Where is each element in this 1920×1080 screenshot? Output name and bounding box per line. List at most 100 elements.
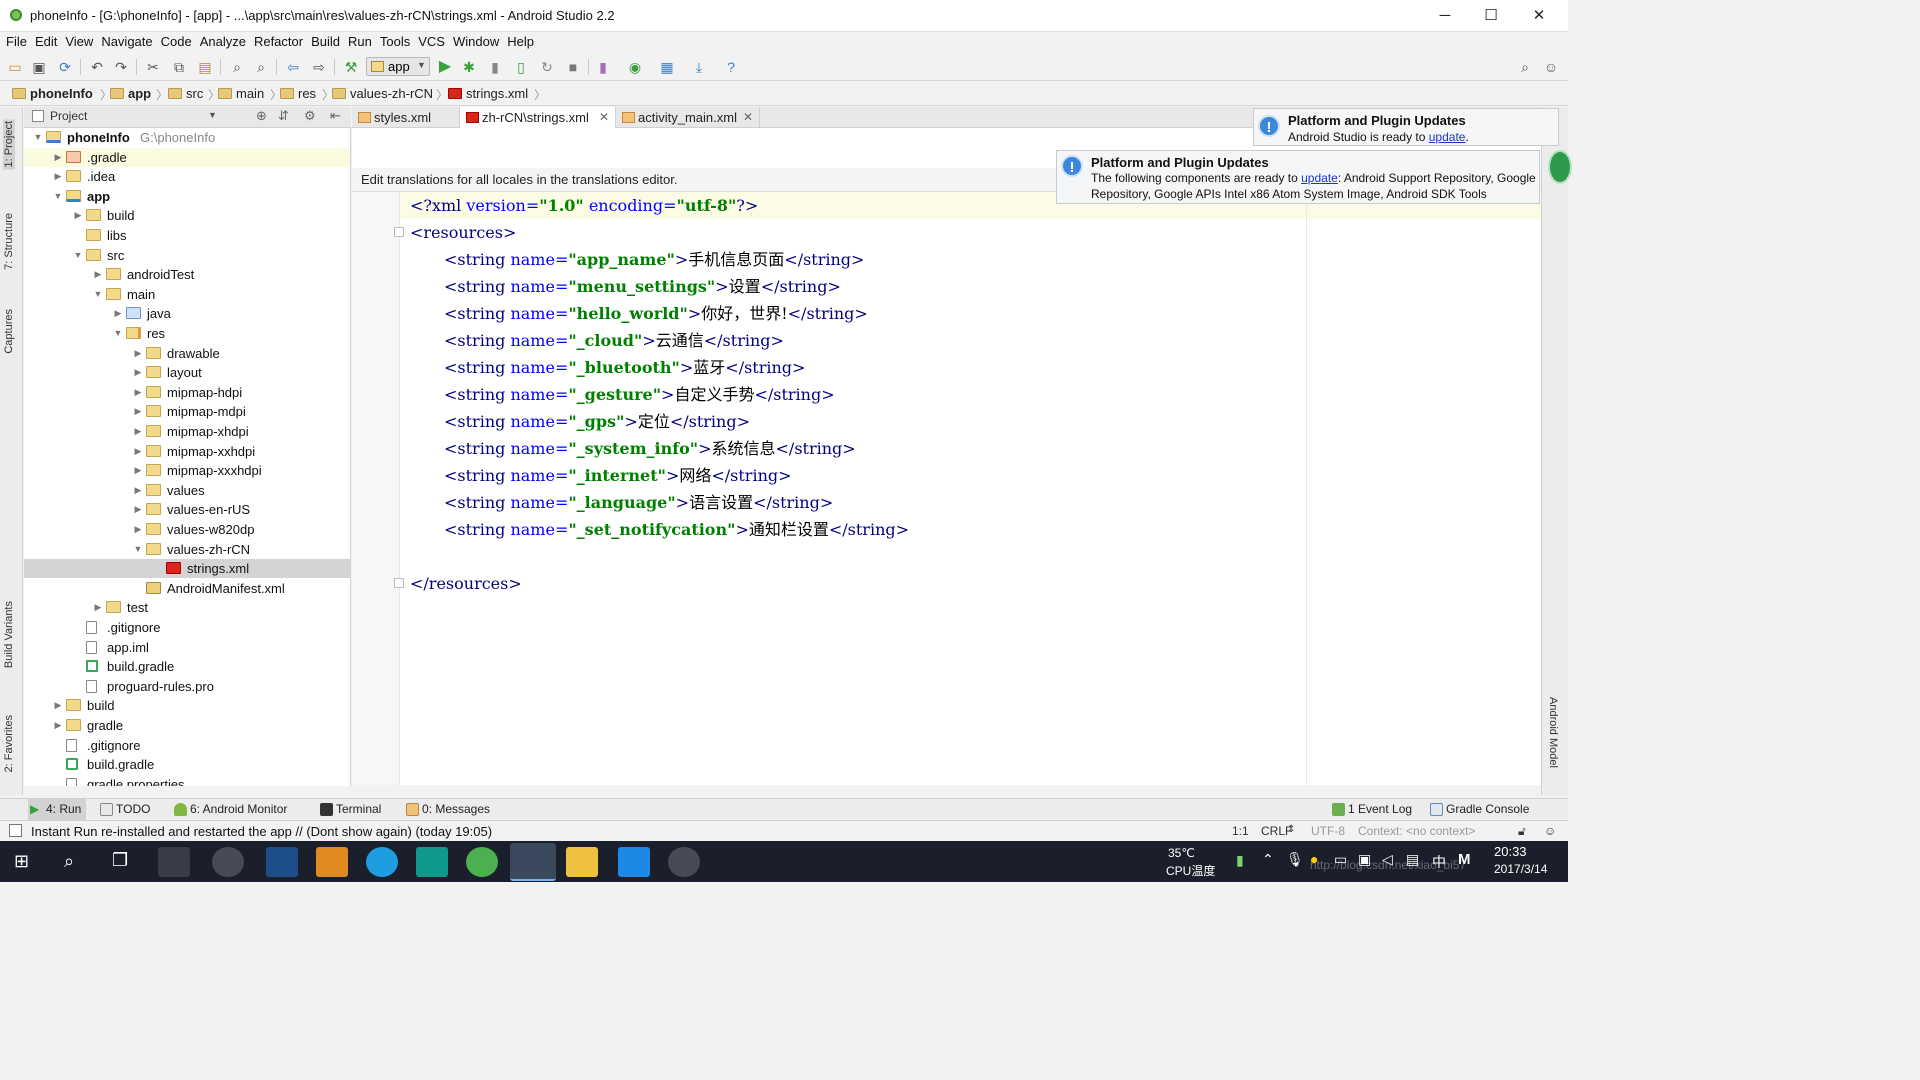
sdk-manager-icon[interactable]: ⤓ — [690, 58, 708, 76]
avd-manager-icon[interactable]: ▮ — [594, 58, 612, 76]
browser-icon[interactable] — [366, 847, 398, 877]
tree-item[interactable]: build.gradle — [24, 755, 350, 774]
toggle-tool-windows-icon[interactable] — [9, 824, 22, 837]
undo-icon[interactable]: ↶ — [88, 58, 106, 76]
tab-strings-xml[interactable]: zh-rCN\strings.xml ✕ — [460, 107, 616, 128]
menu-code[interactable]: Code — [161, 32, 192, 52]
tree-item[interactable]: ▶ drawable — [24, 344, 350, 363]
replace-icon[interactable]: ⌕ — [252, 58, 270, 76]
android-studio-taskbar-icon[interactable] — [510, 843, 556, 881]
gear-icon[interactable]: ⚙ — [304, 108, 316, 124]
collapse-arrow-icon[interactable]: ▶ — [132, 344, 144, 363]
tree-item[interactable]: build.gradle — [24, 657, 350, 676]
collapse-arrow-icon[interactable]: ▶ — [132, 442, 144, 461]
tree-item[interactable]: libs — [24, 226, 350, 245]
user-icon[interactable]: ☺ — [1542, 58, 1560, 76]
tool-tab-gradle-console[interactable]: Gradle Console — [1428, 799, 1529, 820]
app-icon-1[interactable] — [158, 847, 190, 877]
tool-tab-project[interactable]: 1: Project — [3, 119, 15, 170]
collapse-arrow-icon[interactable]: ▶ — [92, 598, 104, 617]
open-folder-icon[interactable]: ▭ — [6, 58, 24, 76]
tree-item[interactable]: ▶ mipmap-hdpi — [24, 383, 350, 402]
notification-update-small[interactable]: ! Platform and Plugin Updates Android St… — [1253, 108, 1559, 146]
locate-icon[interactable]: ⊕ — [256, 108, 267, 124]
fold-marker-icon[interactable] — [394, 227, 404, 237]
tool-tab-favorites[interactable]: 2: Favorites — [3, 715, 15, 772]
stop-icon[interactable]: ■ — [564, 58, 582, 76]
qq-icon[interactable] — [212, 847, 244, 877]
update-link[interactable]: update — [1301, 171, 1338, 185]
project-view-selector[interactable]: Project — [50, 109, 87, 123]
find-icon[interactable]: ⌕ — [228, 58, 246, 76]
clock-date[interactable]: 2017/3/14 — [1494, 862, 1547, 876]
tool-tab-build-variants[interactable]: Build Variants — [3, 601, 15, 668]
collapse-arrow-icon[interactable]: ▶ — [52, 716, 64, 735]
menu-vcs[interactable]: VCS — [418, 32, 445, 52]
tree-item[interactable]: ▶ values-w820dp — [24, 520, 350, 539]
expand-arrow-icon[interactable]: ▼ — [132, 540, 144, 559]
collapse-arrow-icon[interactable]: ▶ — [132, 422, 144, 441]
menu-file[interactable]: File — [6, 32, 27, 52]
collapse-arrow-icon[interactable]: ▶ — [132, 363, 144, 382]
debug-icon[interactable]: ✱ — [460, 58, 478, 76]
tab-styles-xml[interactable]: styles.xml — [352, 107, 460, 128]
tree-item[interactable]: ▶ gradle — [24, 716, 350, 735]
close-tab-icon[interactable]: ✕ — [599, 107, 609, 128]
expand-arrow-icon[interactable]: ▼ — [52, 187, 64, 206]
back-icon[interactable]: ⇦ — [284, 58, 302, 76]
breadcrumb-phoneinfo[interactable]: phoneInfo — [10, 85, 93, 103]
redo-icon[interactable]: ↷ — [112, 58, 130, 76]
collapse-arrow-icon[interactable]: ▶ — [132, 500, 144, 519]
make-project-icon[interactable]: ⚒ — [342, 58, 360, 76]
expand-arrow-icon[interactable]: ▼ — [92, 285, 104, 304]
expand-arrow-icon[interactable]: ▼ — [112, 324, 124, 343]
battery-icon[interactable]: ▮ — [1236, 852, 1244, 869]
project-structure-icon[interactable]: ▦ — [658, 58, 676, 76]
search-icon[interactable]: ⌕ — [64, 851, 74, 872]
tree-item[interactable]: ▶ values — [24, 481, 350, 500]
breadcrumb-strings-xml[interactable]: strings.xml — [446, 85, 528, 103]
context-indicator[interactable]: Context: <no context> — [1358, 824, 1475, 838]
maximize-button[interactable]: ☐ — [1468, 4, 1514, 28]
app-icon-6[interactable] — [416, 847, 448, 877]
apply-changes-icon[interactable]: ↻ — [538, 58, 556, 76]
tree-item[interactable]: ▶ values-en-rUS — [24, 500, 350, 519]
lock-icon[interactable]: 🔓︎ — [1518, 824, 1526, 839]
minimize-button[interactable]: ─ — [1422, 4, 1468, 28]
collapse-arrow-icon[interactable]: ▶ — [52, 167, 64, 186]
menu-build[interactable]: Build — [311, 32, 340, 52]
tab-activity-main-xml[interactable]: activity_main.xml ✕ — [616, 107, 760, 128]
collapse-arrow-icon[interactable]: ▶ — [132, 461, 144, 480]
collapse-arrow-icon[interactable]: ▶ — [52, 148, 64, 167]
tree-item[interactable]: ▼ phoneInfo G:\phoneInfo — [24, 128, 350, 147]
inspector-icon[interactable]: ☺ — [1544, 824, 1556, 838]
app-icon-11[interactable] — [668, 847, 700, 877]
tree-item[interactable]: ▶ mipmap-xhdpi — [24, 422, 350, 441]
tree-item[interactable]: proguard-rules.pro — [24, 677, 350, 696]
tree-item[interactable]: ▶ .gradle — [24, 147, 350, 167]
sync-icon[interactable]: ⟳ — [56, 58, 74, 76]
expand-arrow-icon[interactable]: ▼ — [32, 128, 44, 147]
tree-item[interactable]: ▶ build — [24, 206, 350, 225]
collapse-arrow-icon[interactable]: ▶ — [132, 520, 144, 539]
help-icon[interactable]: ? — [722, 58, 740, 76]
menu-navigate[interactable]: Navigate — [101, 32, 152, 52]
breadcrumb-main[interactable]: main — [216, 85, 264, 103]
tree-item[interactable]: ▶ test — [24, 598, 350, 617]
menu-help[interactable]: Help — [507, 32, 534, 52]
tool-tab-android-monitor[interactable]: 6: Android Monitor — [172, 799, 287, 820]
clock-time[interactable]: 20:33 — [1494, 844, 1527, 859]
notification-update-components[interactable]: ! Platform and Plugin Updates The follow… — [1056, 150, 1540, 204]
tree-item[interactable]: ▼ values-zh-rCN — [24, 540, 350, 559]
cut-icon[interactable]: ✂ — [144, 58, 162, 76]
menu-window[interactable]: Window — [453, 32, 499, 52]
menu-run[interactable]: Run — [348, 32, 372, 52]
tree-item[interactable]: ▶ build — [24, 696, 350, 715]
fold-marker-icon[interactable] — [394, 578, 404, 588]
tree-item[interactable]: AndroidManifest.xml — [24, 579, 350, 598]
tree-item[interactable]: ▶ .idea — [24, 167, 350, 186]
tool-tab-captures[interactable]: Captures — [3, 309, 15, 354]
file-explorer-icon[interactable] — [566, 847, 598, 877]
tree-item[interactable]: gradle.properties — [24, 775, 350, 786]
tool-tab-todo[interactable]: TODO — [98, 799, 150, 820]
